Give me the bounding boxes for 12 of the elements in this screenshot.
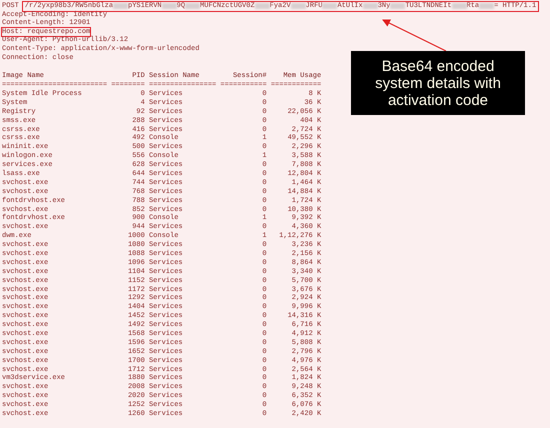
redacted-blur <box>290 3 306 10</box>
arrow <box>382 20 446 52</box>
redacted-blur <box>390 3 406 10</box>
redacted-blur <box>322 3 338 10</box>
redacted-blur <box>452 3 467 10</box>
redacted-blur <box>113 3 128 10</box>
redacted-blur <box>162 3 177 10</box>
callout-text: Base64 encoded system details with activation code <box>351 51 525 115</box>
redacted-blur <box>254 3 270 10</box>
redacted-blur <box>362 3 378 10</box>
redacted-blur <box>479 3 494 10</box>
redacted-blur <box>185 3 200 10</box>
